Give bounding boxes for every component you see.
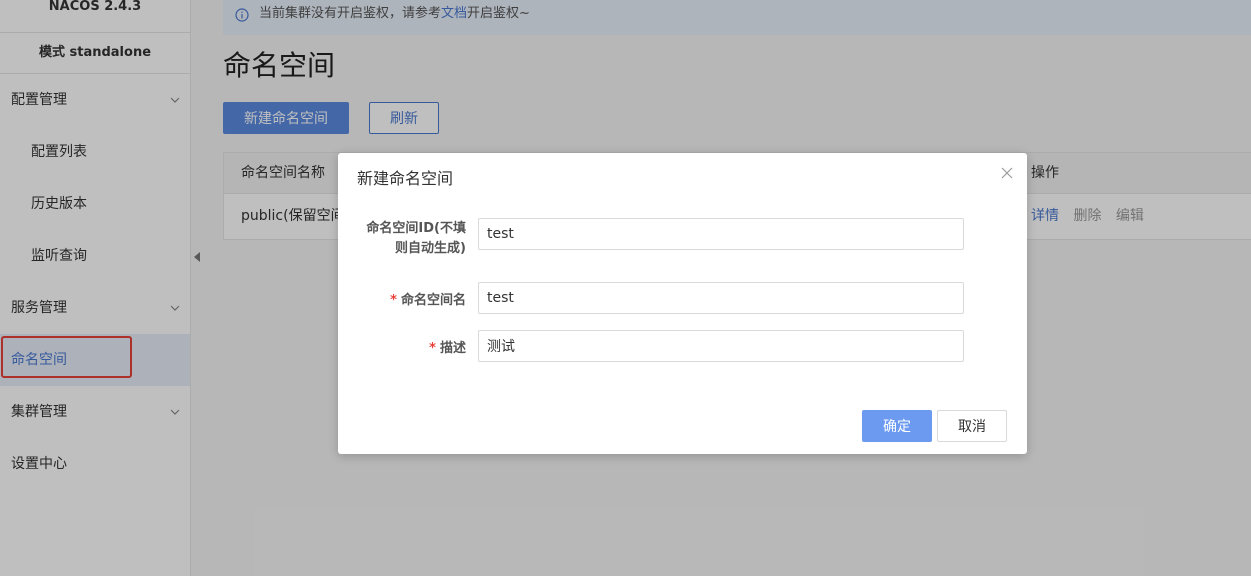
namespace-id-label-line1: 命名空间ID(不填: [366, 221, 466, 236]
required-mark: *: [429, 341, 436, 356]
dialog-title: 新建命名空间: [357, 169, 454, 188]
namespace-id-input[interactable]: [478, 218, 964, 250]
confirm-button[interactable]: 确定: [862, 410, 932, 442]
namespace-name-label: * 命名空间名: [348, 289, 466, 308]
namespace-id-label: 命名空间ID(不填 则自动生成): [348, 219, 466, 259]
namespace-name-label-text: 命名空间名: [400, 293, 466, 308]
required-mark: *: [390, 293, 397, 308]
cancel-button[interactable]: 取消: [937, 410, 1007, 442]
description-label-text: 描述: [439, 341, 466, 356]
close-icon[interactable]: [1001, 167, 1013, 179]
new-namespace-dialog: 新建命名空间 命名空间ID(不填 则自动生成) *命名空间名 *描述 确定 取消: [338, 153, 1027, 454]
description-input[interactable]: [478, 330, 964, 362]
description-label: * 描述: [348, 337, 466, 356]
namespace-id-label-line2: 则自动生成): [395, 241, 466, 256]
namespace-name-input[interactable]: [478, 282, 964, 314]
